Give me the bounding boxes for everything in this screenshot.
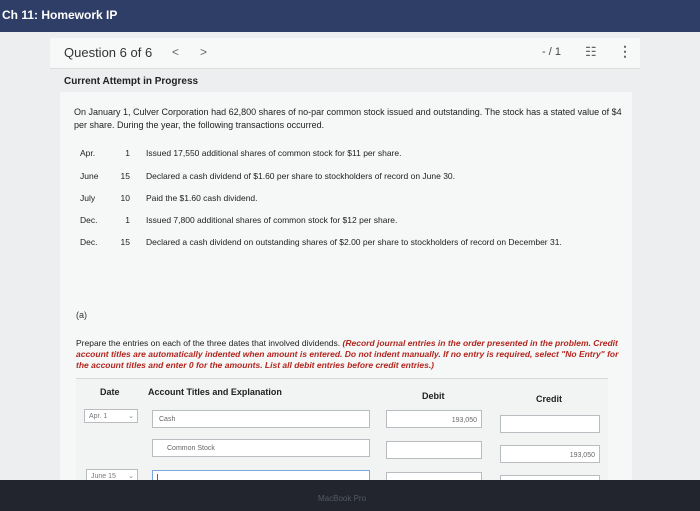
transaction-text: Declared a cash dividend of $1.60 per sh… <box>146 171 456 181</box>
transaction-text: Declared a cash dividend on outstanding … <box>146 237 562 247</box>
instructions: Prepare the entries on each of the three… <box>76 338 620 371</box>
assignment-title: Ch 11: Homework IP <box>2 8 118 22</box>
account-title-input[interactable]: Cash <box>152 410 370 428</box>
question-content: On January 1, Culver Corporation had 62,… <box>60 92 632 493</box>
credit-input[interactable] <box>500 415 600 433</box>
transaction-month: Dec. <box>80 237 98 247</box>
device-label: MacBook Pro <box>318 494 367 503</box>
transaction-day: 1 <box>125 215 130 225</box>
debit-input[interactable]: 193,050 <box>386 410 482 428</box>
credit-header: Credit <box>536 394 563 404</box>
transaction-day: 15 <box>120 237 130 247</box>
transaction-text: Issued 17,550 additional shares of commo… <box>146 148 402 158</box>
part-label: (a) <box>76 310 87 320</box>
transaction-day: 1 <box>125 148 130 158</box>
transaction-month: July <box>80 193 96 203</box>
question-score: - / 1 <box>542 46 561 58</box>
debit-header: Debit <box>422 391 445 401</box>
problem-statement: On January 1, Culver Corporation had 62,… <box>74 107 622 130</box>
account-header: Account Titles and Explanation <box>148 387 282 397</box>
screen-bezel: MacBook Pro <box>0 480 700 511</box>
transaction-text: Paid the $1.60 cash dividend. <box>146 193 258 203</box>
date-select-value: Apr. 1 <box>89 413 108 420</box>
prev-question-button[interactable]: < <box>172 45 179 59</box>
transaction-day: 10 <box>120 193 130 203</box>
next-question-button[interactable]: > <box>200 45 207 59</box>
chevron-down-icon: ⌄ <box>128 413 134 420</box>
list-icon[interactable]: ☷ <box>585 44 597 60</box>
main-page: Question 6 of 6 < > - / 1 ☷ ⋮ Current At… <box>0 32 700 493</box>
question-number: Question 6 of 6 <box>64 45 153 60</box>
transaction-month: June <box>80 171 99 181</box>
account-title-value: Cash <box>159 416 176 423</box>
account-title-input[interactable]: Common Stock <box>152 439 370 457</box>
question-header: Question 6 of 6 < > - / 1 ☷ ⋮ <box>50 38 640 69</box>
journal-entry-table: Date Account Titles and Explanation Debi… <box>76 378 608 493</box>
credit-input[interactable]: 193,050 <box>500 445 600 463</box>
date-select-value: June 15 <box>91 473 116 480</box>
account-title-value: Common Stock <box>167 445 215 452</box>
debit-input[interactable] <box>386 441 482 459</box>
date-select[interactable]: Apr. 1 ⌄ <box>84 409 138 423</box>
more-options-icon[interactable]: ⋮ <box>618 43 632 60</box>
date-header: Date <box>100 387 120 397</box>
transaction-text: Issued 7,800 additional shares of common… <box>146 215 398 225</box>
attempt-status: Current Attempt in Progress <box>64 76 199 87</box>
transaction-day: 15 <box>120 171 130 181</box>
transaction-month: Apr. <box>80 148 96 158</box>
app-header: Ch 11: Homework IP <box>0 0 700 32</box>
transaction-month: Dec. <box>80 215 98 225</box>
instructions-text: Prepare the entries on each of the three… <box>76 338 343 348</box>
